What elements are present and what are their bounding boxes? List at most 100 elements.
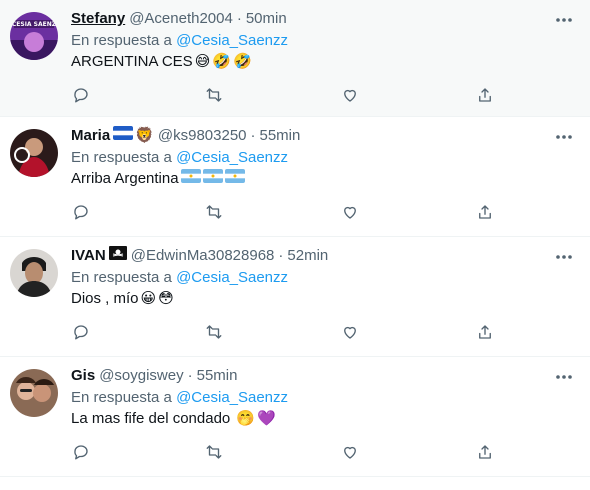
reply-bubble-icon [74, 205, 88, 220]
flag-argentina-icon [202, 169, 223, 189]
retweet-icon [206, 205, 222, 219]
user-name[interactable]: IVAN [71, 246, 106, 266]
more-options-button[interactable] [552, 367, 576, 387]
tweet-header: Stefany @Aceneth2004 · 50min [71, 9, 287, 29]
like-button[interactable] [339, 321, 361, 343]
user-handle[interactable]: @Aceneth2004 [129, 9, 233, 29]
emoji: 💜 [256, 410, 276, 427]
reply-bubble-icon [74, 88, 88, 103]
pirate-flag-icon [108, 246, 127, 266]
avatar[interactable] [10, 129, 58, 177]
more-options-button[interactable] [552, 247, 576, 267]
share-button[interactable] [474, 201, 496, 223]
user-handle[interactable]: @soygiswey [99, 366, 183, 386]
reply-button[interactable] [70, 321, 92, 343]
separator-dot: · [236, 10, 242, 27]
tweet-text: Dios , mío 😀 😳 [71, 289, 174, 309]
timestamp[interactable]: 55min [197, 366, 238, 386]
tweet-header: Maria 🦁 @ks9803250 · 55min [71, 126, 300, 146]
heart-icon [344, 446, 356, 459]
like-button[interactable] [339, 441, 361, 463]
retweet-icon [206, 88, 222, 102]
tweet-header: Gis @soygiswey · 55min [71, 366, 237, 386]
tweet-text-content: Dios , mío [71, 290, 139, 307]
tweet-text-content: ARGENTINA CES [71, 53, 193, 70]
more-horizontal-icon [556, 255, 572, 259]
tweet-item[interactable]: IVAN @EdwinMa30828968 · 52min En respues… [0, 237, 590, 357]
tweet-item[interactable]: Gis @soygiswey · 55min En respuesta a @C… [0, 357, 590, 477]
reply-context: En respuesta a @Cesia_Saenzz [71, 148, 288, 168]
user-name[interactable]: Stefany [71, 9, 125, 29]
reply-bubble-icon [74, 445, 88, 460]
tweet-actions [0, 441, 590, 463]
tweet-text-content: Arriba Argentina [71, 170, 179, 187]
user-handle[interactable]: @EdwinMa30828968 [131, 246, 275, 266]
like-button[interactable] [339, 201, 361, 223]
avatar[interactable] [10, 369, 58, 417]
reply-context: En respuesta a @Cesia_Saenzz [71, 268, 288, 288]
tweet-text: ARGENTINA CES 😅 🤣 🤣 [71, 52, 252, 72]
reply-mention-link[interactable]: @Cesia_Saenzz [176, 269, 288, 286]
timestamp[interactable]: 52min [287, 246, 328, 266]
emoji: 🤭 [236, 410, 255, 427]
tweet-actions [0, 201, 590, 223]
avatar[interactable]: CESIA SAENZ [10, 12, 58, 60]
separator-dot: · [250, 127, 256, 144]
more-horizontal-icon [556, 135, 572, 139]
more-options-button[interactable] [552, 127, 576, 147]
reply-feed: CESIA SAENZ Stefany @Aceneth2004 · 50min… [0, 0, 590, 477]
reply-button[interactable] [70, 441, 92, 463]
share-upload-icon [479, 445, 491, 459]
user-handle[interactable]: @ks9803250 [158, 126, 247, 146]
reply-button[interactable] [70, 84, 92, 106]
user-name[interactable]: Gis [71, 366, 95, 386]
lion-emoji: 🦁 [135, 127, 154, 144]
emoji: 🤣 [212, 53, 232, 70]
flag-argentina-icon [180, 169, 201, 189]
reply-mention-link[interactable]: @Cesia_Saenzz [176, 389, 288, 406]
heart-icon [344, 326, 356, 339]
emoji: 😅 [194, 53, 211, 70]
emoji: 😳 [158, 290, 174, 307]
timestamp[interactable]: 55min [260, 126, 301, 146]
retweet-button[interactable] [203, 84, 225, 106]
reply-bubble-icon [74, 325, 88, 340]
more-horizontal-icon [556, 375, 572, 379]
share-button[interactable] [474, 321, 496, 343]
share-button[interactable] [474, 441, 496, 463]
reply-context: En respuesta a @Cesia_Saenzz [71, 31, 288, 51]
reply-prefix: En respuesta a [71, 269, 172, 286]
retweet-button[interactable] [203, 201, 225, 223]
user-name[interactable]: Maria [71, 126, 110, 146]
reply-button[interactable] [70, 201, 92, 223]
tweet-actions [0, 84, 590, 106]
tweet-text: Arriba Argentina [71, 169, 245, 189]
retweet-button[interactable] [203, 441, 225, 463]
tweet-item[interactable]: CESIA SAENZ Stefany @Aceneth2004 · 50min… [0, 0, 590, 117]
timestamp[interactable]: 50min [246, 9, 287, 29]
retweet-icon [206, 445, 222, 459]
flag-honduras-icon [113, 126, 134, 146]
reply-prefix: En respuesta a [71, 389, 172, 406]
emoji: 🤣 [233, 53, 252, 70]
reply-mention-link[interactable]: @Cesia_Saenzz [176, 32, 288, 49]
share-upload-icon [479, 325, 491, 339]
reply-prefix: En respuesta a [71, 149, 172, 166]
share-button[interactable] [474, 84, 496, 106]
more-options-button[interactable] [552, 10, 576, 30]
like-button[interactable] [339, 84, 361, 106]
tweet-actions [0, 321, 590, 343]
emoji: 😀 [140, 290, 157, 307]
retweet-button[interactable] [203, 321, 225, 343]
avatar[interactable] [10, 249, 58, 297]
tweet-text-content: La mas fife del condado [71, 410, 231, 427]
reply-prefix: En respuesta a [71, 32, 172, 49]
share-upload-icon [479, 205, 491, 219]
more-horizontal-icon [556, 18, 572, 22]
avatar-logo-text: CESIA SAENZ [12, 21, 57, 28]
separator-dot: · [278, 247, 284, 264]
reply-mention-link[interactable]: @Cesia_Saenzz [176, 149, 288, 166]
tweet-item[interactable]: Maria 🦁 @ks9803250 · 55min En respuesta … [0, 117, 590, 237]
heart-icon [344, 206, 356, 219]
share-upload-icon [479, 88, 491, 102]
